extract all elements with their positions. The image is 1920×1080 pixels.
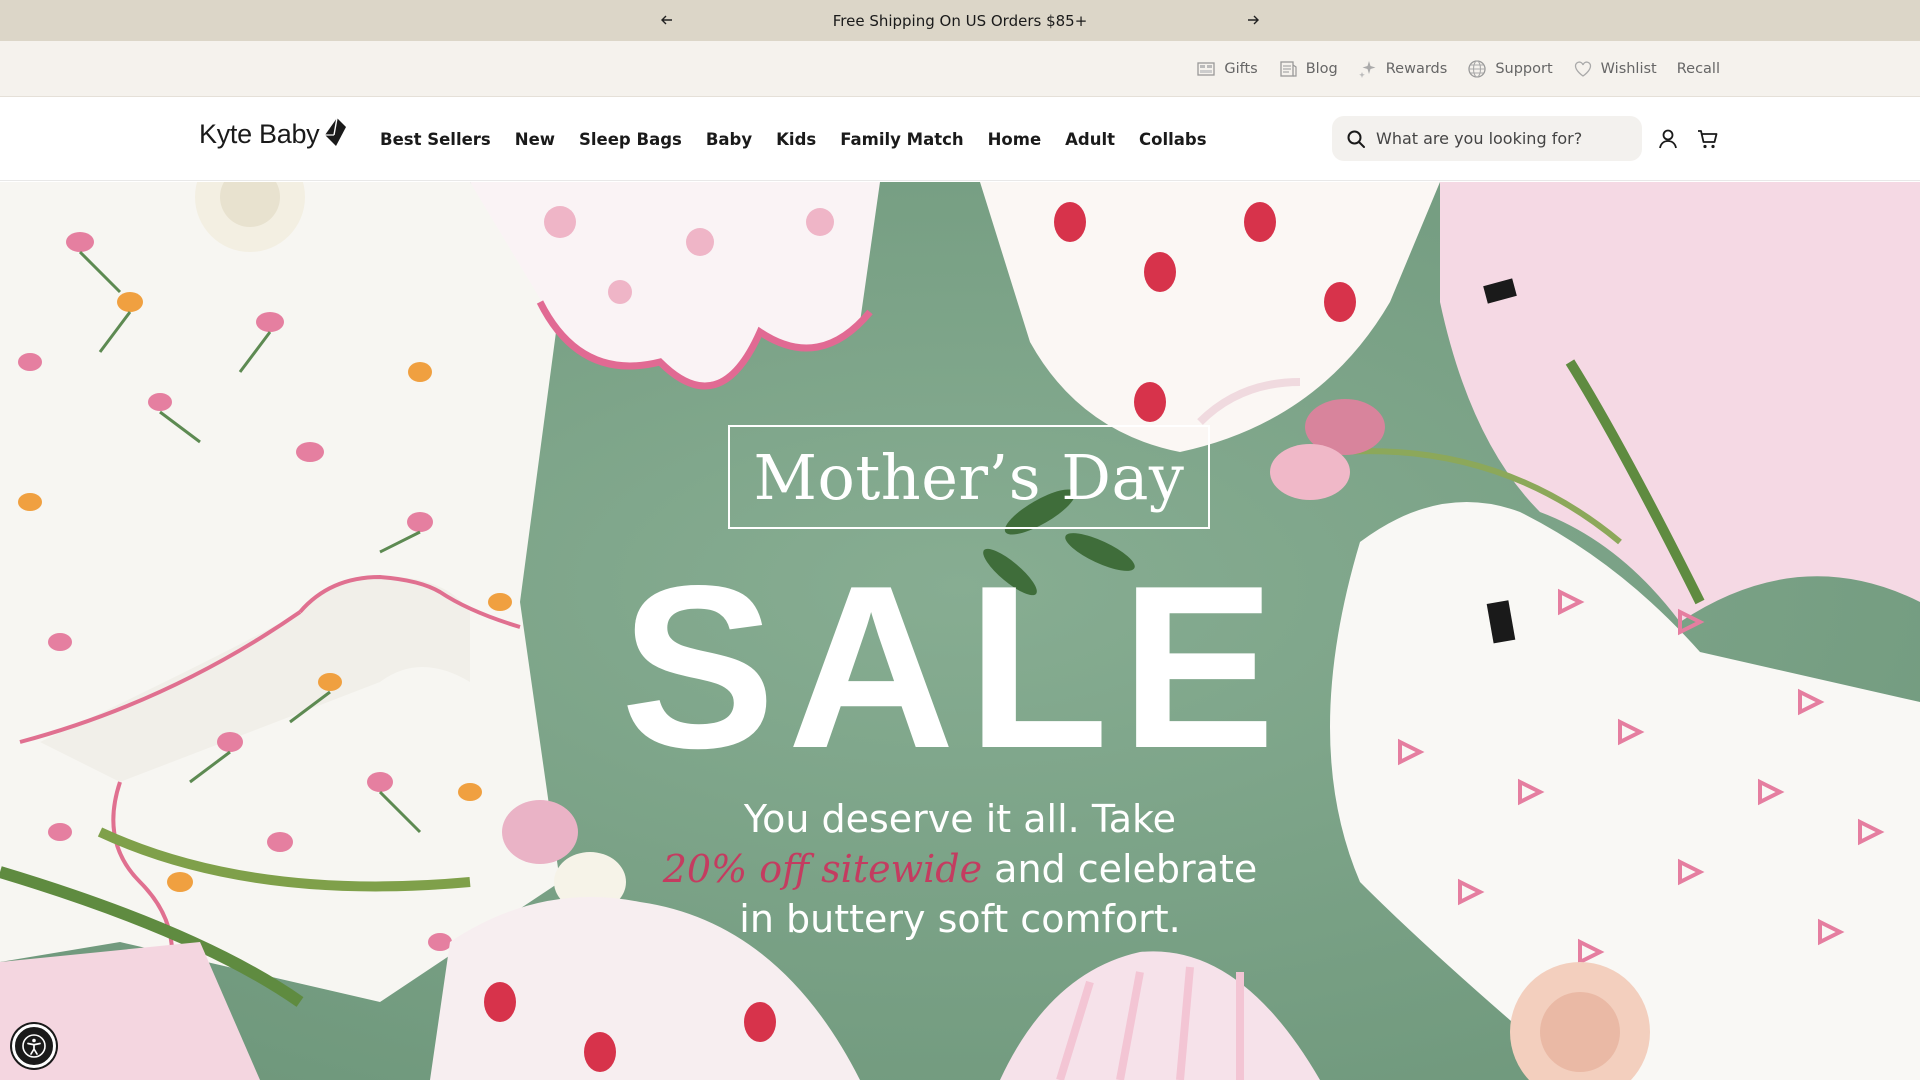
search-bar[interactable] <box>1332 116 1642 161</box>
utility-link-label: Recall <box>1676 61 1720 77</box>
nav-item-sleep-bags[interactable]: Sleep Bags <box>579 130 682 149</box>
gift-icon <box>1197 62 1215 76</box>
brand-logo[interactable]: Kyte Baby <box>199 117 347 150</box>
nav-item-kids[interactable]: Kids <box>776 130 816 149</box>
utility-link-recall[interactable]: Recall <box>1677 61 1720 77</box>
utility-link-blog[interactable]: Blog <box>1278 59 1338 79</box>
hero-copy-line3: in buttery soft comfort. <box>739 897 1181 941</box>
nav-item-baby[interactable]: Baby <box>706 130 752 149</box>
globe-icon <box>1468 60 1486 78</box>
user-icon <box>1659 129 1677 149</box>
account-button[interactable] <box>1654 125 1682 153</box>
nav-item-best-sellers[interactable]: Best Sellers <box>380 130 491 149</box>
announcement-message[interactable]: Free Shipping On US Orders $85+ <box>833 12 1088 30</box>
cart-button[interactable] <box>1694 125 1722 153</box>
hero-banner[interactable]: Mother’s Day SALE You deserve it all. Ta… <box>0 182 1920 1080</box>
nav-item-home[interactable]: Home <box>988 130 1042 149</box>
utility-bar: Gifts Blog Rewards Support Wishlist Reca… <box>0 41 1920 97</box>
cart-icon <box>1698 130 1718 149</box>
announcement-bar: Free Shipping On US Orders $85+ <box>0 0 1920 41</box>
nav-item-family-match[interactable]: Family Match <box>840 130 963 149</box>
logo-text: Kyte Baby <box>199 119 320 149</box>
accessibility-button[interactable] <box>12 1024 56 1068</box>
nav-item-adult[interactable]: Adult <box>1065 130 1115 149</box>
utility-link-gifts[interactable]: Gifts <box>1196 59 1258 79</box>
utility-link-label: Rewards <box>1385 61 1448 77</box>
hero-copy-line2: 20% off sitewide and celebrate <box>620 844 1300 894</box>
search-icon[interactable] <box>1346 129 1366 149</box>
main-header: Kyte Baby Best Sellers New Sleep Bags Ba… <box>0 97 1920 181</box>
arrow-left-icon[interactable] <box>655 8 679 32</box>
hero-copy-line2-rest: and celebrate <box>982 847 1258 891</box>
hero-title-frame: Mother’s Day <box>728 425 1210 529</box>
utility-link-label: Wishlist <box>1600 61 1657 77</box>
main-nav: Best Sellers New Sleep Bags Baby Kids Fa… <box>380 97 1207 181</box>
hero-copy: You deserve it all. Take 20% off sitewid… <box>620 794 1300 944</box>
utility-link-support[interactable]: Support <box>1467 59 1553 79</box>
utility-link-label: Blog <box>1305 61 1338 77</box>
utility-link-label: Gifts <box>1224 61 1258 77</box>
kite-logo-icon <box>325 117 347 146</box>
arrow-right-icon[interactable] <box>1241 8 1265 32</box>
hero-title: Mother’s Day <box>753 440 1185 514</box>
utility-link-label: Support <box>1495 61 1553 77</box>
sparkle-icon <box>1358 61 1376 78</box>
search-input[interactable] <box>1376 129 1616 148</box>
heart-icon <box>1574 61 1591 77</box>
utility-link-wishlist[interactable]: Wishlist <box>1573 59 1657 79</box>
hero-headline: SALE <box>620 538 1288 797</box>
nav-item-collabs[interactable]: Collabs <box>1139 130 1207 149</box>
document-icon <box>1280 61 1297 77</box>
hero-copy-line1: You deserve it all. Take <box>743 797 1177 841</box>
accessibility-icon <box>22 1034 46 1058</box>
hero-copy-accent: 20% off sitewide <box>662 847 983 891</box>
nav-item-new[interactable]: New <box>515 130 555 149</box>
utility-link-rewards[interactable]: Rewards <box>1358 59 1448 79</box>
